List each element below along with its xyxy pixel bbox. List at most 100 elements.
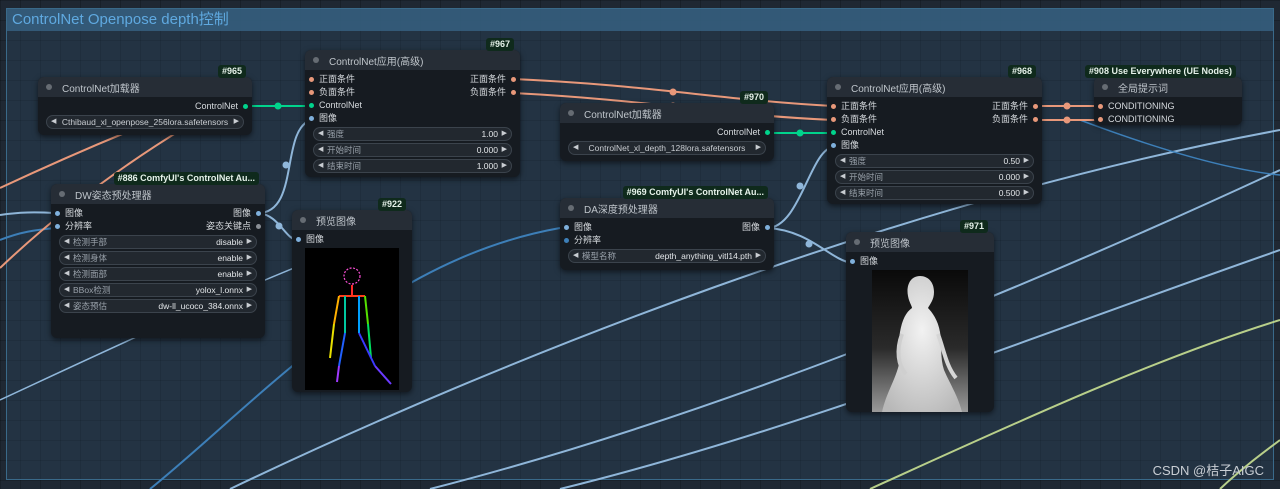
arrow-left-icon[interactable]: ◀ bbox=[64, 284, 69, 296]
collapse-dot-icon[interactable] bbox=[568, 110, 574, 116]
positive-input-socket[interactable] bbox=[309, 77, 314, 82]
controlnet-input-socket[interactable] bbox=[831, 130, 836, 135]
conditioning-input-socket[interactable] bbox=[1098, 117, 1103, 122]
positive-input-socket[interactable] bbox=[831, 104, 836, 109]
collapse-dot-icon[interactable] bbox=[46, 84, 52, 90]
positive-output-socket[interactable] bbox=[1033, 104, 1038, 109]
arrow-right-icon[interactable]: ▶ bbox=[247, 284, 252, 296]
node-header[interactable]: ControlNet应用(高级) bbox=[305, 50, 520, 70]
arrow-left-icon[interactable]: ◀ bbox=[318, 160, 323, 172]
arrow-left-icon[interactable]: ◀ bbox=[64, 252, 69, 264]
collapse-dot-icon[interactable] bbox=[568, 205, 574, 211]
resolution-input-socket[interactable] bbox=[564, 238, 569, 243]
image-input-socket[interactable] bbox=[831, 143, 836, 148]
node-header[interactable]: ControlNet应用(高级) bbox=[827, 77, 1042, 97]
widget-label: 检测面部 bbox=[73, 269, 108, 279]
arrow-right-icon[interactable]: ▶ bbox=[756, 142, 761, 154]
detect-body-toggle[interactable]: ◀ 检测身体 enable ▶ bbox=[59, 251, 257, 265]
arrow-right-icon[interactable]: ▶ bbox=[502, 160, 507, 172]
start-time-slider[interactable]: ◀ 开始时间 0.000 ▶ bbox=[835, 170, 1034, 184]
resolution-input-socket[interactable] bbox=[55, 224, 60, 229]
collapse-dot-icon[interactable] bbox=[300, 217, 306, 223]
arrow-right-icon[interactable]: ▶ bbox=[234, 116, 239, 128]
strength-slider[interactable]: ◀ 强度 1.00 ▶ bbox=[313, 127, 512, 141]
negative-output-socket[interactable] bbox=[1033, 117, 1038, 122]
image-output-socket[interactable] bbox=[765, 225, 770, 230]
image-output-socket[interactable] bbox=[256, 211, 261, 216]
controlnet-input-socket[interactable] bbox=[309, 103, 314, 108]
image-input-socket[interactable] bbox=[850, 259, 855, 264]
arrow-right-icon[interactable]: ▶ bbox=[1024, 187, 1029, 199]
widget-value: enable bbox=[217, 269, 243, 279]
collapse-dot-icon[interactable] bbox=[854, 239, 860, 245]
end-time-slider[interactable]: ◀ 结束时间 0.500 ▶ bbox=[835, 186, 1034, 200]
collapse-dot-icon[interactable] bbox=[835, 84, 841, 90]
start-time-slider[interactable]: ◀ 开始时间 0.000 ▶ bbox=[313, 143, 512, 157]
arrow-left-icon[interactable]: ◀ bbox=[573, 142, 578, 154]
arrow-left-icon[interactable]: ◀ bbox=[840, 171, 845, 183]
arrow-right-icon[interactable]: ▶ bbox=[502, 144, 507, 156]
arrow-right-icon[interactable]: ▶ bbox=[247, 300, 252, 312]
model-select[interactable]: ◀ ControlNet_xl_depth_128lora.safetensor… bbox=[568, 141, 766, 155]
arrow-right-icon[interactable]: ▶ bbox=[1024, 155, 1029, 167]
arrow-right-icon[interactable]: ▶ bbox=[502, 128, 507, 140]
image-input-socket[interactable] bbox=[296, 237, 301, 242]
arrow-right-icon[interactable]: ▶ bbox=[756, 250, 761, 262]
positive-output-socket[interactable] bbox=[511, 77, 516, 82]
node-header[interactable]: ControlNet加载器 bbox=[560, 103, 774, 123]
negative-input-socket[interactable] bbox=[831, 117, 836, 122]
arrow-left-icon[interactable]: ◀ bbox=[840, 155, 845, 167]
arrow-left-icon[interactable]: ◀ bbox=[318, 144, 323, 156]
detect-face-toggle[interactable]: ◀ 检测面部 enable ▶ bbox=[59, 267, 257, 281]
image-input-socket[interactable] bbox=[564, 225, 569, 230]
dw-pose-preprocessor-node-886[interactable]: #886 ComfyUI's ControlNet Au... DW姿态预处理器… bbox=[51, 172, 265, 338]
arrow-left-icon[interactable]: ◀ bbox=[64, 236, 69, 248]
strength-slider[interactable]: ◀ 强度 0.50 ▶ bbox=[835, 154, 1034, 168]
keypoints-output-socket[interactable] bbox=[256, 224, 261, 229]
arrow-right-icon[interactable]: ▶ bbox=[247, 252, 252, 264]
arrow-left-icon[interactable]: ◀ bbox=[840, 187, 845, 199]
image-input-socket[interactable] bbox=[309, 116, 314, 121]
image-input-socket[interactable] bbox=[55, 211, 60, 216]
node-header[interactable]: 预览图像 bbox=[292, 210, 412, 230]
node-header[interactable]: DA深度预处理器 bbox=[560, 198, 774, 218]
arrow-left-icon[interactable]: ◀ bbox=[64, 300, 69, 312]
node-header[interactable]: DW姿态预处理器 bbox=[51, 184, 265, 204]
depth-anything-preprocessor-node-969[interactable]: #969 ComfyUI's ControlNet Au... DA深度预处理器… bbox=[560, 186, 774, 270]
negative-output-socket[interactable] bbox=[511, 90, 516, 95]
end-time-slider[interactable]: ◀ 结束时间 1.000 ▶ bbox=[313, 159, 512, 173]
controlnet-output-socket[interactable] bbox=[243, 104, 248, 109]
negative-input-socket[interactable] bbox=[309, 90, 314, 95]
model-select[interactable]: ◀ Cthibaud_xl_openpose_256lora.safetenso… bbox=[46, 115, 244, 129]
node-header[interactable]: ControlNet加载器 bbox=[38, 77, 252, 97]
preview-image-node-922[interactable]: #922 预览图像 图像 bbox=[292, 198, 412, 392]
pose-estimator-select[interactable]: ◀ 姿态预估 dw-ll_ucoco_384.onnx ▶ bbox=[59, 299, 257, 313]
bbox-detector-select[interactable]: ◀ BBox检测 yolox_l.onnx ▶ bbox=[59, 283, 257, 297]
arrow-right-icon[interactable]: ▶ bbox=[247, 268, 252, 280]
collapse-dot-icon[interactable] bbox=[59, 191, 65, 197]
collapse-dot-icon[interactable] bbox=[313, 57, 319, 63]
node-header[interactable]: 预览图像 bbox=[846, 232, 994, 252]
controlnet-output-socket[interactable] bbox=[765, 130, 770, 135]
detect-hand-toggle[interactable]: ◀ 检测手部 disable ▶ bbox=[59, 235, 257, 249]
arrow-left-icon[interactable]: ◀ bbox=[64, 268, 69, 280]
model-name-select[interactable]: ◀ 模型名称 depth_anything_vitl14.pth ▶ bbox=[568, 249, 766, 263]
arrow-left-icon[interactable]: ◀ bbox=[51, 116, 56, 128]
node-id-badge: #965 bbox=[217, 65, 246, 78]
preview-image-node-971[interactable]: #971 预览图像 图像 bbox=[846, 220, 994, 412]
controlnet-loader-node-965[interactable]: #965 ControlNet加载器 ControlNet ◀ Cthibaud… bbox=[38, 65, 252, 135]
node-graph-canvas[interactable]: ControlNet Openpose depth控制 #965 Control… bbox=[0, 0, 1280, 489]
controlnet-loader-node-970[interactable]: #970 ControlNet加载器 ControlNet ◀ ControlN… bbox=[560, 91, 774, 161]
controlnet-apply-node-968[interactable]: #968 ControlNet应用(高级) 正面条件 正面条件 负面条件 负面条… bbox=[827, 65, 1042, 204]
arrow-right-icon[interactable]: ▶ bbox=[247, 236, 252, 248]
arrow-right-icon[interactable]: ▶ bbox=[1024, 171, 1029, 183]
widget-value: disable bbox=[216, 237, 243, 247]
arrow-left-icon[interactable]: ◀ bbox=[573, 250, 578, 262]
arrow-left-icon[interactable]: ◀ bbox=[318, 128, 323, 140]
controlnet-apply-node-967[interactable]: #967 ControlNet应用(高级) 正面条件 正面条件 负面条件 负面条… bbox=[305, 38, 520, 177]
node-header[interactable]: 全局提示词 bbox=[1094, 77, 1242, 97]
collapse-dot-icon[interactable] bbox=[1102, 84, 1108, 90]
use-everywhere-node-908[interactable]: #908 Use Everywhere (UE Nodes) 全局提示词 CON… bbox=[1084, 65, 1242, 125]
conditioning-input-socket[interactable] bbox=[1098, 104, 1103, 109]
node-title: 预览图像 bbox=[316, 216, 356, 228]
